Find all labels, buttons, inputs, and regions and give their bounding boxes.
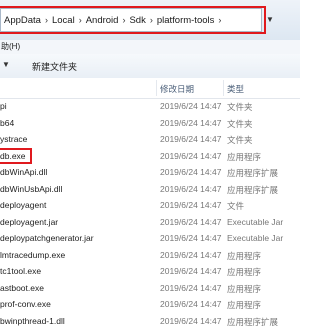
file-date: 2019/6/24 14:47 (160, 101, 221, 111)
file-name: lmtracedump.exe (0, 250, 65, 260)
file-name: deploypatchgenerator.jar (0, 233, 94, 243)
new-folder-button[interactable]: 新建文件夹 (32, 60, 77, 73)
file-date: 2019/6/24 14:47 (160, 250, 221, 260)
file-date: 2019/6/24 14:47 (160, 283, 221, 293)
file-type: 应用程序 (227, 299, 261, 311)
file-row[interactable]: dbWinApi.dll 2019/6/24 14:47 应用程序扩展 (0, 164, 300, 181)
file-name: ystrace (0, 134, 27, 144)
file-row[interactable]: prof-conv.exe 2019/6/24 14:47 应用程序 (0, 296, 300, 313)
column-header-date[interactable]: 修改日期 (160, 83, 194, 95)
file-list: pi 2019/6/24 14:47 文件夹 b64 2019/6/24 14:… (0, 98, 300, 329)
file-type: 应用程序扩展 (227, 316, 278, 328)
file-date: 2019/6/24 14:47 (160, 316, 221, 326)
file-row[interactable]: ystrace 2019/6/24 14:47 文件夹 (0, 131, 300, 148)
file-type: 应用程序扩展 (227, 184, 278, 196)
highlight-box-address (0, 6, 266, 34)
file-name: b64 (0, 118, 14, 128)
file-date: 2019/6/24 14:47 (160, 299, 221, 309)
file-row[interactable]: bwinpthread-1.dll 2019/6/24 14:47 应用程序扩展 (0, 313, 300, 329)
file-type: Executable Jar (227, 233, 283, 243)
file-name: dbWinApi.dll (0, 167, 47, 177)
file-row-adb-exe[interactable]: db.exe 2019/6/24 14:47 应用程序 (0, 148, 300, 165)
file-date: 2019/6/24 14:47 (160, 118, 221, 128)
file-row[interactable]: pi 2019/6/24 14:47 文件夹 (0, 98, 300, 115)
file-type: 应用程序扩展 (227, 167, 278, 179)
file-name: tc1tool.exe (0, 266, 41, 276)
file-name: deployagent.jar (0, 217, 58, 227)
file-type: 文件夹 (227, 101, 253, 113)
file-row[interactable]: astboot.exe 2019/6/24 14:47 应用程序 (0, 280, 300, 297)
file-date: 2019/6/24 14:47 (160, 134, 221, 144)
file-type: 应用程序 (227, 266, 261, 278)
file-type: 文件夹 (227, 118, 253, 130)
column-header-type[interactable]: 类型 (227, 83, 244, 95)
file-name: prof-conv.exe (0, 299, 51, 309)
file-type: 应用程序 (227, 283, 261, 295)
column-header-row: 修改日期 类型 (0, 78, 300, 99)
file-type: 文件夹 (227, 134, 253, 146)
file-row[interactable]: deployagent 2019/6/24 14:47 文件 (0, 197, 300, 214)
file-date: 2019/6/24 14:47 (160, 266, 221, 276)
file-name: astboot.exe (0, 283, 44, 293)
file-name: pi (0, 101, 7, 111)
address-dropdown-icon[interactable]: ▼ (266, 15, 274, 24)
file-type: 文件 (227, 200, 244, 212)
file-date: 2019/6/24 14:47 (160, 167, 221, 177)
menu-bar: 助(H) (0, 40, 300, 54)
toolbar: ▼ 新建文件夹 (0, 54, 300, 79)
column-divider[interactable] (223, 80, 224, 96)
file-name: db.exe (0, 151, 26, 161)
file-date: 2019/6/24 14:47 (160, 200, 221, 210)
file-row[interactable]: deploypatchgenerator.jar 2019/6/24 14:47… (0, 230, 300, 247)
file-name: dbWinUsbApi.dll (0, 184, 62, 194)
address-bar: AppData › Local › Android › Sdk › platfo… (0, 0, 300, 41)
file-type: Executable Jar (227, 217, 283, 227)
file-date: 2019/6/24 14:47 (160, 233, 221, 243)
file-date: 2019/6/24 14:47 (160, 184, 221, 194)
file-type: 应用程序 (227, 250, 261, 262)
file-row[interactable]: deployagent.jar 2019/6/24 14:47 Executab… (0, 214, 300, 231)
file-date: 2019/6/24 14:47 (160, 217, 221, 227)
file-name: deployagent (0, 200, 46, 210)
file-row[interactable]: lmtracedump.exe 2019/6/24 14:47 应用程序 (0, 247, 300, 264)
file-type: 应用程序 (227, 151, 261, 163)
file-name: bwinpthread-1.dll (0, 316, 65, 326)
menu-item-help[interactable]: 助(H) (1, 41, 20, 52)
file-row[interactable]: dbWinUsbApi.dll 2019/6/24 14:47 应用程序扩展 (0, 181, 300, 198)
file-row[interactable]: tc1tool.exe 2019/6/24 14:47 应用程序 (0, 263, 300, 280)
file-row[interactable]: b64 2019/6/24 14:47 文件夹 (0, 115, 300, 132)
chevron-down-icon[interactable]: ▼ (2, 60, 10, 69)
file-date: 2019/6/24 14:47 (160, 151, 221, 161)
column-divider[interactable] (156, 80, 157, 96)
